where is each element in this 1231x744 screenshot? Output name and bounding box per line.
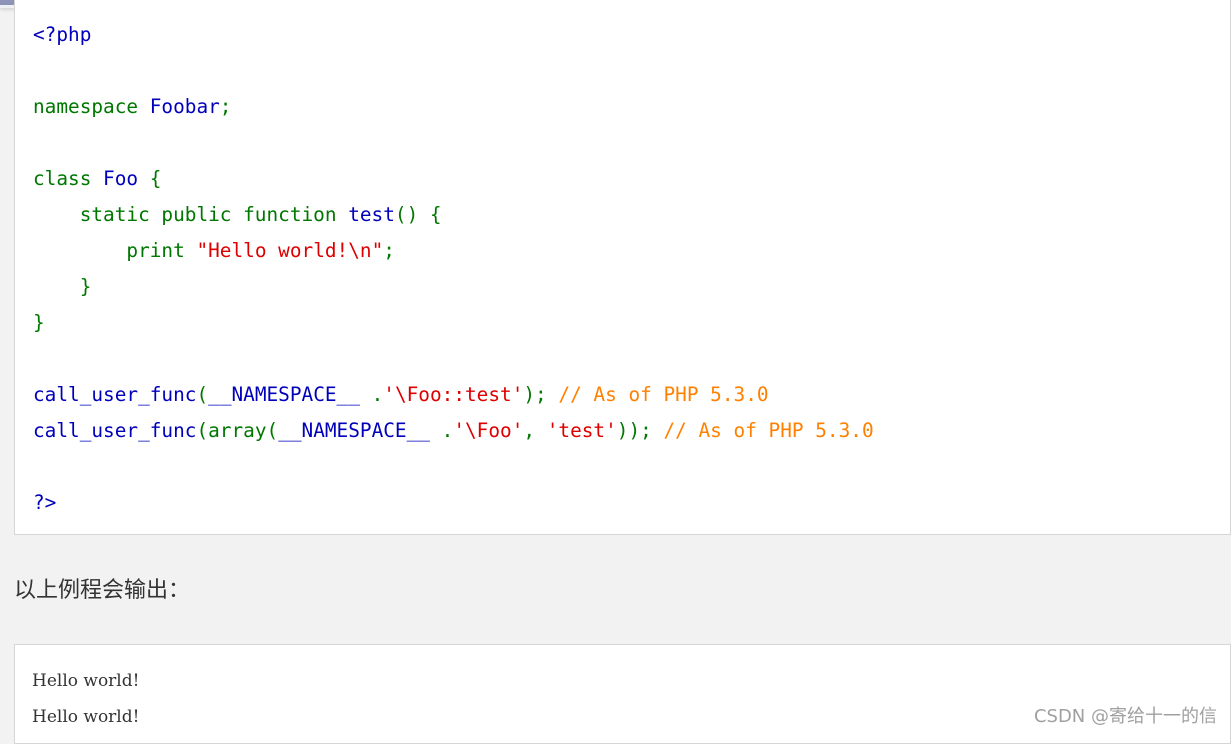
code-block: <?php namespace Foobar; class Foo { static… (33, 17, 874, 521)
code-token: . (371, 383, 384, 406)
code-token: ( (196, 383, 209, 406)
code-token: . (441, 419, 454, 442)
code-token: ; (219, 95, 232, 118)
code-token: Foobar (149, 95, 220, 118)
code-token: '\Foo::test' (383, 383, 524, 406)
code-token: __NAMESPACE__ (278, 419, 442, 442)
code-line: <?php (33, 17, 874, 53)
code-token: call_user_func (33, 383, 197, 406)
code-token: { (149, 167, 162, 190)
code-token: ); (523, 383, 559, 406)
output-block: Hello world! Hello world! (32, 663, 139, 735)
code-token: test (348, 203, 395, 226)
code-line: call_user_func(array(__NAMESPACE__ .'\Fo… (33, 413, 874, 449)
code-token: call_user_func (33, 419, 197, 442)
code-token: "Hello world!\n" (196, 239, 384, 262)
code-token: // As of PHP 5.3.0 (663, 419, 874, 442)
code-token: (array( (196, 419, 279, 442)
output-caption: 以上例程会输出： (14, 578, 191, 603)
php-code-example: <?php namespace Foobar; class Foo { static… (14, 0, 1231, 535)
code-line: call_user_func(__NAMESPACE__ .'\Foo::tes… (33, 377, 874, 413)
code-token: // As of PHP 5.3.0 (558, 383, 769, 406)
output-line: Hello world! (32, 671, 140, 691)
code-token: } (33, 275, 92, 298)
code-token: ; (383, 239, 395, 262)
code-token: )); (616, 419, 664, 442)
code-token: () { (394, 203, 442, 226)
code-token: <?php (33, 23, 92, 46)
code-token: __NAMESPACE__ (208, 383, 372, 406)
code-token: namespace (33, 95, 150, 118)
code-line: class Foo { (33, 161, 874, 197)
output-line: Hello world! (32, 707, 140, 727)
code-line: } (33, 305, 874, 341)
code-token: ?> (33, 491, 57, 514)
code-token: print (33, 239, 197, 262)
code-token: , (523, 419, 547, 442)
code-token: } (33, 311, 45, 334)
code-line: static public function test() { (33, 197, 874, 233)
output-example: Hello world! Hello world! (14, 644, 1231, 744)
code-line: } (33, 269, 874, 305)
code-line: print "Hello world!\n"; (33, 233, 874, 269)
code-token: class (33, 167, 104, 190)
code-line: ?> (33, 485, 874, 521)
code-token: '\Foo' (453, 419, 524, 442)
code-token: Foo (103, 167, 150, 190)
code-token: 'test' (546, 419, 617, 442)
code-token: static public function (33, 203, 349, 226)
csdn-watermark: CSDN @寄给十一的信 (1033, 706, 1217, 727)
code-line: namespace Foobar; (33, 89, 874, 125)
